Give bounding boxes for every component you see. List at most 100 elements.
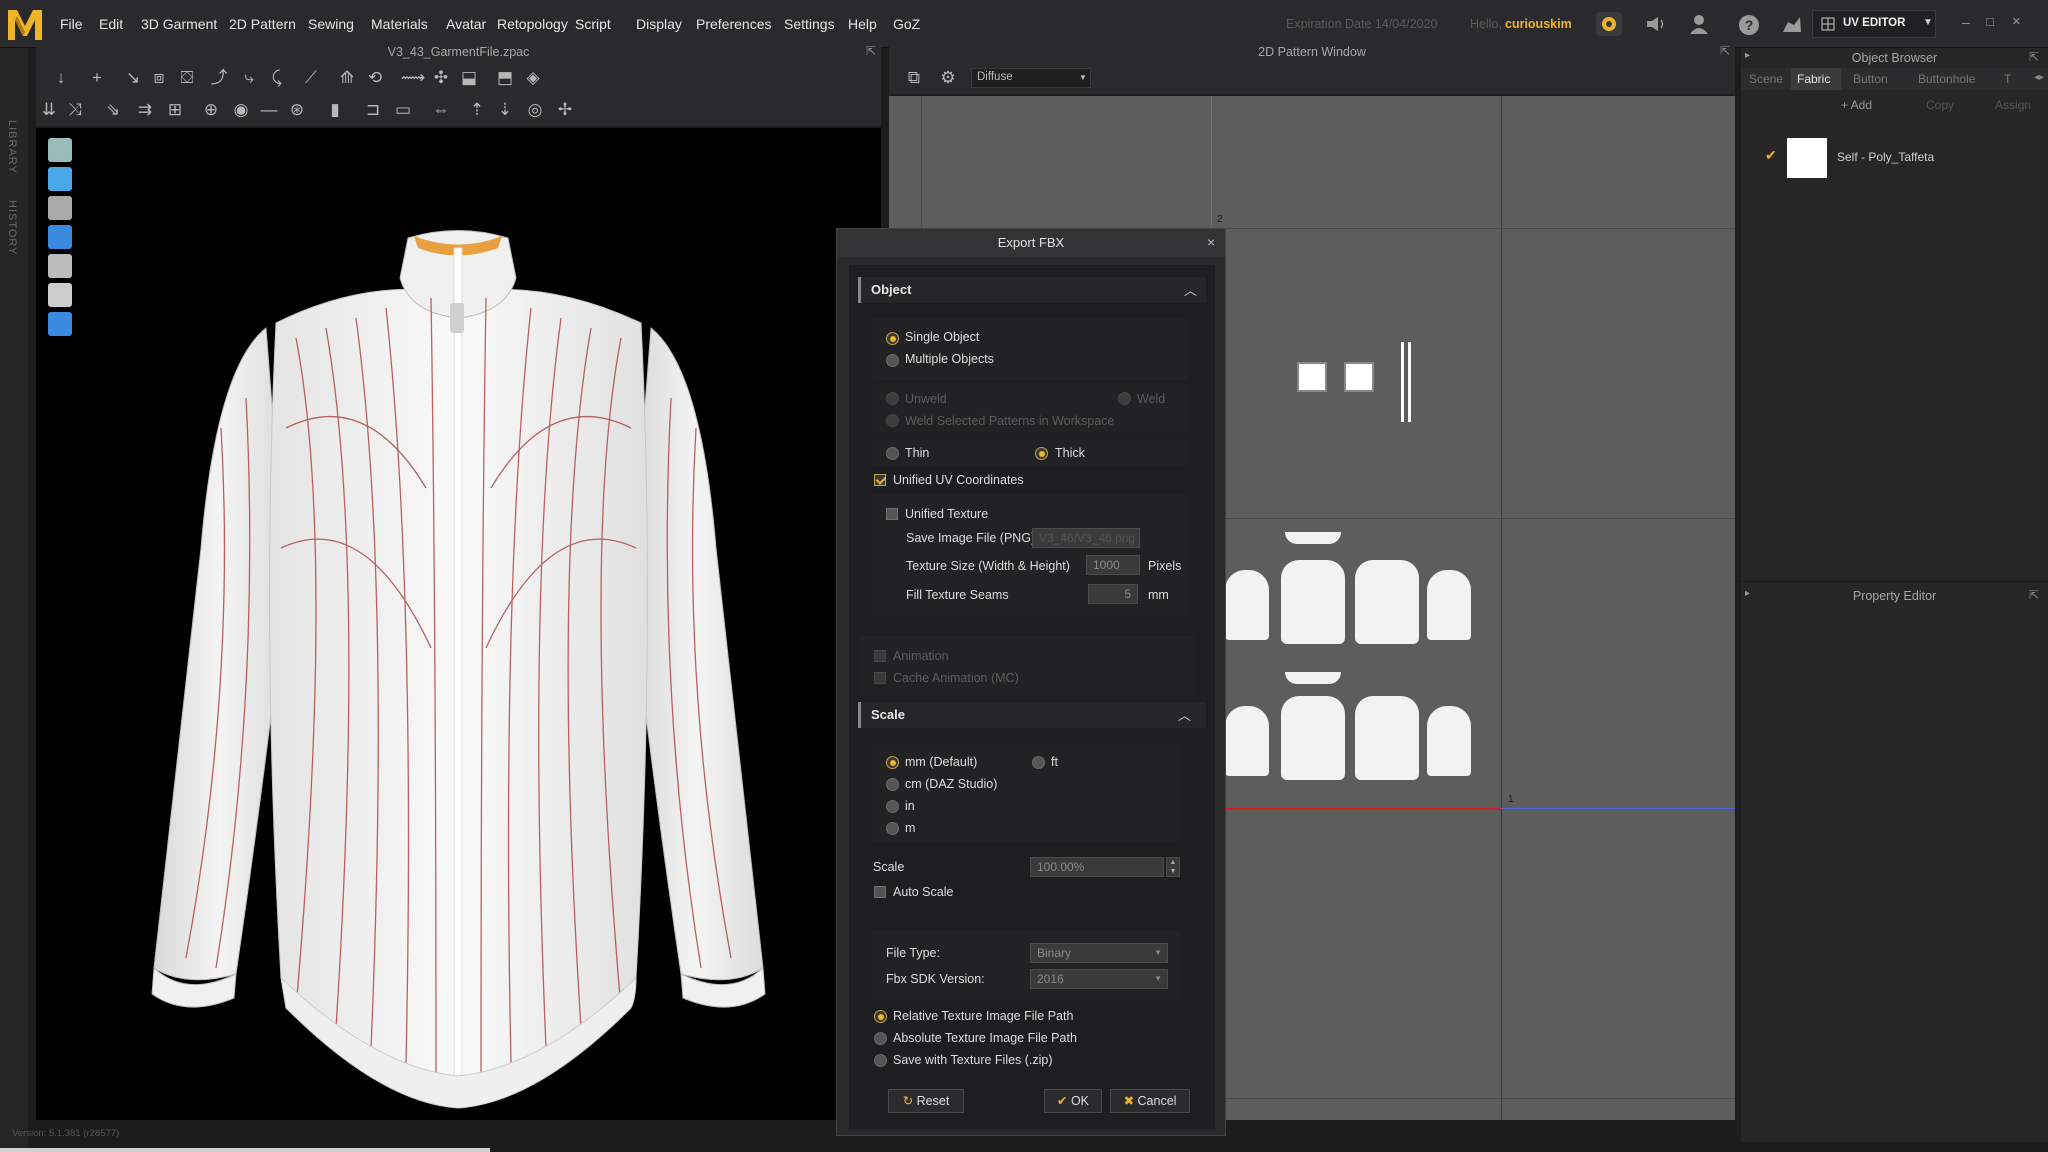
shrink-icon[interactable]: ⇣ bbox=[492, 98, 518, 122]
marvelous-logo-icon[interactable] bbox=[6, 6, 44, 42]
tab-scroll-icon[interactable]: ◂▸ bbox=[2034, 72, 2044, 83]
edit-curvature-icon[interactable]: ⧈ bbox=[146, 66, 172, 90]
transform-pattern-icon[interactable]: + bbox=[84, 66, 110, 90]
single-object-radio[interactable] bbox=[886, 332, 899, 345]
absolute-path-radio[interactable] bbox=[874, 1032, 887, 1045]
pin-icon[interactable]: ⤹ bbox=[264, 66, 290, 90]
announcement-icon[interactable] bbox=[1644, 14, 1666, 34]
scale-field[interactable]: 100.00% bbox=[1030, 857, 1164, 877]
unit-cm-radio[interactable] bbox=[886, 778, 899, 791]
texture-swatch-icon[interactable] bbox=[1344, 362, 1374, 392]
maximize-icon[interactable]: □ bbox=[1986, 14, 1994, 29]
pattern-piece[interactable] bbox=[1281, 696, 1345, 780]
unified-uv-checkbox[interactable] bbox=[874, 474, 886, 486]
elastic-icon[interactable]: ▭ bbox=[390, 98, 416, 122]
copy-fabric-button[interactable]: Copy bbox=[1926, 98, 1966, 118]
cloud-sync-icon[interactable] bbox=[1596, 12, 1622, 36]
minimize-icon[interactable]: – bbox=[1962, 14, 1970, 30]
segment-sewing-icon[interactable]: ⇉ bbox=[132, 98, 158, 122]
pattern-piece[interactable] bbox=[1355, 560, 1419, 644]
menu-file[interactable]: File bbox=[60, 0, 83, 48]
panel-arrow-icon[interactable]: ▸ bbox=[1745, 588, 1750, 599]
fold-icon[interactable]: ⛋ bbox=[174, 66, 200, 90]
smooth-icon[interactable]: ⬓ bbox=[456, 66, 482, 90]
scale-icon[interactable]: ◎ bbox=[522, 98, 548, 122]
file-type-select[interactable]: Binary ▼ bbox=[1030, 943, 1168, 963]
thick-radio[interactable] bbox=[1035, 447, 1048, 460]
collar-piece[interactable] bbox=[1285, 672, 1341, 684]
fit-icon[interactable]: ⟿ bbox=[400, 66, 426, 90]
texture-display-icon[interactable] bbox=[48, 225, 72, 249]
module-switch-icon[interactable] bbox=[1780, 13, 1804, 35]
viewport-3d[interactable] bbox=[36, 128, 881, 1120]
buttonhole-icon[interactable]: ◉ bbox=[228, 98, 254, 122]
select-point-icon[interactable]: ↘ bbox=[120, 66, 146, 90]
multiple-objects-radio[interactable] bbox=[886, 354, 899, 367]
garment-display-icon[interactable] bbox=[48, 167, 72, 191]
menu-avatar[interactable]: Avatar bbox=[446, 0, 486, 48]
texture-swatch-icon[interactable] bbox=[1297, 362, 1327, 392]
tab-buttonhole[interactable]: Buttonhole bbox=[1918, 72, 1975, 86]
zipper-icon[interactable]: ▮ bbox=[322, 98, 348, 122]
mode-selector[interactable]: UV EDITOR ▼ bbox=[1812, 10, 1936, 38]
unit-m-radio[interactable] bbox=[886, 822, 899, 835]
measure-icon[interactable]: — bbox=[256, 98, 282, 122]
undock-icon[interactable]: ⇱ bbox=[1720, 44, 1730, 58]
tack-icon[interactable]: ⤷ bbox=[236, 66, 262, 90]
panel-arrow-icon[interactable]: ▸ bbox=[1745, 50, 1750, 61]
pattern-piece[interactable] bbox=[1281, 560, 1345, 644]
avatar-silhouette-icon[interactable] bbox=[48, 283, 72, 307]
pattern-piece[interactable] bbox=[1427, 570, 1471, 640]
fabric-list-item[interactable]: ✔ Self - Poly_Taffeta bbox=[1741, 128, 2048, 188]
relative-path-radio[interactable] bbox=[874, 1010, 887, 1023]
texture-view-icon[interactable]: ⧉ bbox=[901, 66, 927, 90]
save-image-field[interactable]: V3_46/V3_46.png bbox=[1032, 528, 1140, 548]
pattern-piece[interactable] bbox=[1225, 706, 1269, 776]
tab-button[interactable]: Button bbox=[1853, 72, 1888, 86]
history-tab[interactable]: HISTORY bbox=[6, 200, 18, 256]
ok-button[interactable]: ✔ OK bbox=[1044, 1089, 1102, 1113]
menu-display[interactable]: Display bbox=[636, 0, 682, 48]
username[interactable]: curiouskim bbox=[1505, 0, 1572, 48]
arrange-icon[interactable]: ⤴ bbox=[206, 66, 232, 90]
assign-fabric-button[interactable]: Assign bbox=[1995, 98, 2045, 118]
object-section-header[interactable]: Object bbox=[858, 277, 1206, 303]
collar-piece[interactable] bbox=[1285, 532, 1341, 544]
settings-view-icon[interactable]: ⚙ bbox=[935, 66, 961, 90]
move-icon[interactable]: ⤨ bbox=[62, 98, 88, 122]
menu-materials[interactable]: Materials bbox=[371, 0, 428, 48]
tab-scene[interactable]: Scene bbox=[1749, 72, 1783, 86]
cancel-button[interactable]: ✖ Cancel bbox=[1110, 1089, 1190, 1113]
split-icon[interactable]: ⇔ bbox=[428, 98, 454, 122]
chevron-up-icon[interactable]: ︿ bbox=[1184, 280, 1197, 299]
menu-settings[interactable]: Settings bbox=[784, 0, 835, 48]
chevron-up-icon[interactable]: ︿ bbox=[1178, 705, 1191, 724]
layer-icon[interactable]: ⇡ bbox=[464, 98, 490, 122]
help-icon[interactable]: ? bbox=[1738, 14, 1760, 36]
render-mode-select[interactable]: Diffuse ▼ bbox=[971, 68, 1091, 88]
sdk-version-select[interactable]: 2016 ▼ bbox=[1030, 969, 1168, 989]
strap-icon[interactable]: ⟋ bbox=[298, 66, 324, 90]
unit-mm-radio[interactable] bbox=[886, 756, 899, 769]
menu-2d-pattern[interactable]: 2D Pattern bbox=[229, 0, 296, 48]
scale-stepper[interactable]: ▲ ▼ bbox=[1166, 857, 1180, 877]
menu-edit[interactable]: Edit bbox=[99, 0, 123, 48]
select-avatar-icon[interactable]: ⇊ bbox=[36, 98, 62, 122]
free-sewing-icon[interactable]: ⊞ bbox=[162, 98, 188, 122]
scale-section-header[interactable]: Scale bbox=[858, 702, 1206, 728]
menu-preferences[interactable]: Preferences bbox=[696, 0, 771, 48]
undock-icon[interactable]: ⇱ bbox=[2029, 50, 2039, 64]
tab-more[interactable]: T bbox=[2004, 72, 2011, 86]
add-fabric-button[interactable]: + Add bbox=[1841, 98, 1903, 118]
steam-icon[interactable]: ⟲ bbox=[362, 66, 388, 90]
unified-texture-checkbox[interactable] bbox=[886, 508, 898, 520]
thin-radio[interactable] bbox=[886, 447, 899, 460]
reset-button[interactable]: ↻ Reset bbox=[888, 1089, 964, 1113]
close-icon[interactable]: × bbox=[1207, 234, 1215, 250]
undock-icon[interactable]: ⇱ bbox=[2029, 588, 2039, 602]
unit-ft-radio[interactable] bbox=[1032, 756, 1045, 769]
brush-icon[interactable]: ⟰ bbox=[334, 66, 360, 90]
avatar-display-icon[interactable] bbox=[48, 138, 72, 162]
avatar-body-icon[interactable] bbox=[48, 196, 72, 220]
unit-in-radio[interactable] bbox=[886, 800, 899, 813]
